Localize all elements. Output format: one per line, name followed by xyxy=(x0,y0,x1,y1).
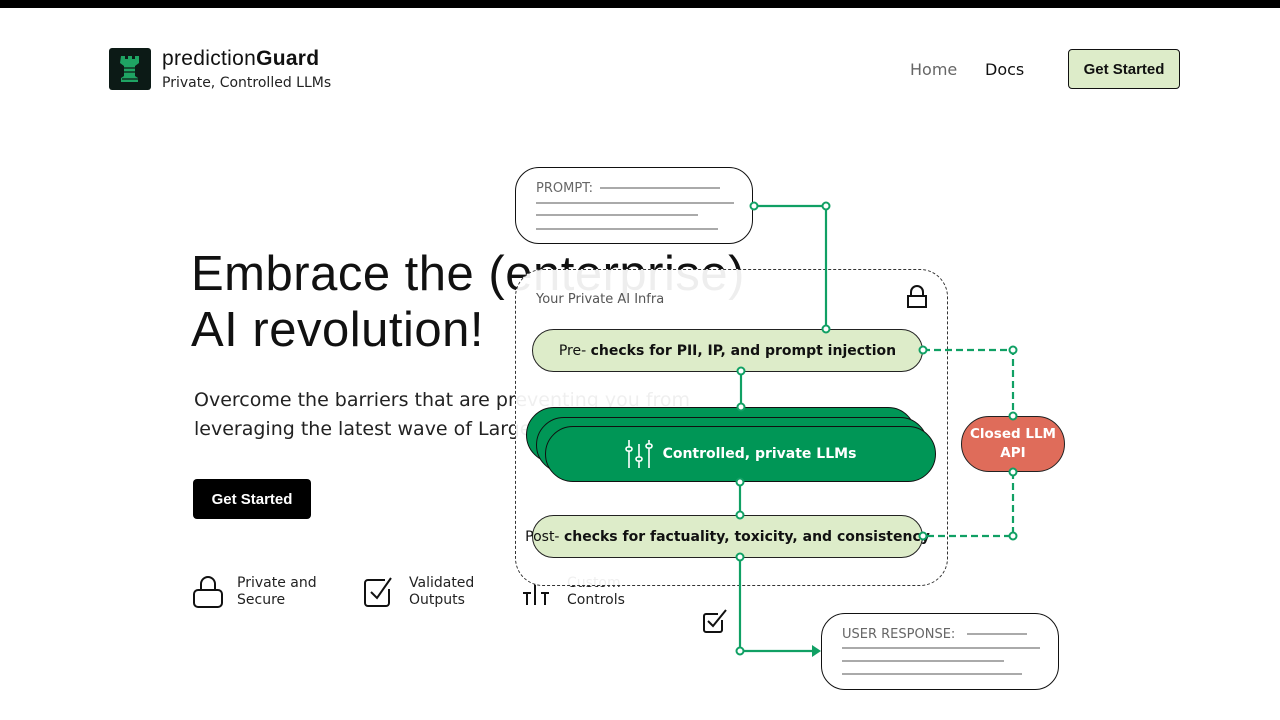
lock-icon xyxy=(907,285,927,308)
response-label: USER RESPONSE: xyxy=(842,627,956,642)
feature-label: Private and Secure xyxy=(237,575,317,608)
infra-title: Your Private AI Infra xyxy=(536,292,665,307)
closed-llm-api: Closed LLM API xyxy=(961,416,1065,472)
prompt-box: PROMPT: xyxy=(515,167,753,244)
feature-private: Private and Secure xyxy=(193,575,327,609)
brand-prefix: prediction xyxy=(162,47,257,70)
pre-text: checks for PII, IP, and prompt injection xyxy=(590,342,897,359)
closed-line1: Closed LLM xyxy=(969,426,1056,442)
pre-prefix: Pre- xyxy=(558,342,587,359)
logo[interactable] xyxy=(109,48,151,90)
lock-icon xyxy=(193,576,223,608)
pre-checks-step: Pre- checks for PII, IP, and prompt inje… xyxy=(532,329,923,372)
rook-icon xyxy=(120,56,139,82)
nav-home[interactable]: Home xyxy=(910,60,957,79)
brand-suffix: Guard xyxy=(256,47,320,70)
top-bar xyxy=(0,0,1280,8)
llm-label: Controlled, private LLMs xyxy=(662,446,857,462)
prompt-label: PROMPT: xyxy=(536,181,594,196)
controlled-llms-step: Controlled, private LLMs xyxy=(545,426,936,482)
feature-validated: Validated Outputs xyxy=(363,575,499,609)
arrow-head xyxy=(812,645,821,657)
checkbox-icon xyxy=(364,577,392,607)
closed-line2: API xyxy=(1000,445,1026,461)
user-response-box: USER RESPONSE: xyxy=(821,613,1059,690)
feature-label: Validated Outputs xyxy=(409,575,475,608)
sliders-icon xyxy=(624,440,653,468)
nav-docs[interactable]: Docs xyxy=(985,60,1024,79)
brand-name[interactable]: predictionGuard xyxy=(162,47,319,71)
tagline: Private, Controlled LLMs xyxy=(162,75,332,91)
post-prefix: Post- xyxy=(525,528,560,545)
get-started-header-button[interactable]: Get Started xyxy=(1068,49,1180,89)
get-started-button[interactable]: Get Started xyxy=(193,479,311,519)
checkbox-icon xyxy=(703,609,727,633)
post-checks-step: Post- checks for factuality, toxicity, a… xyxy=(525,515,930,558)
post-text: checks for factuality, toxicity, and con… xyxy=(563,528,930,545)
